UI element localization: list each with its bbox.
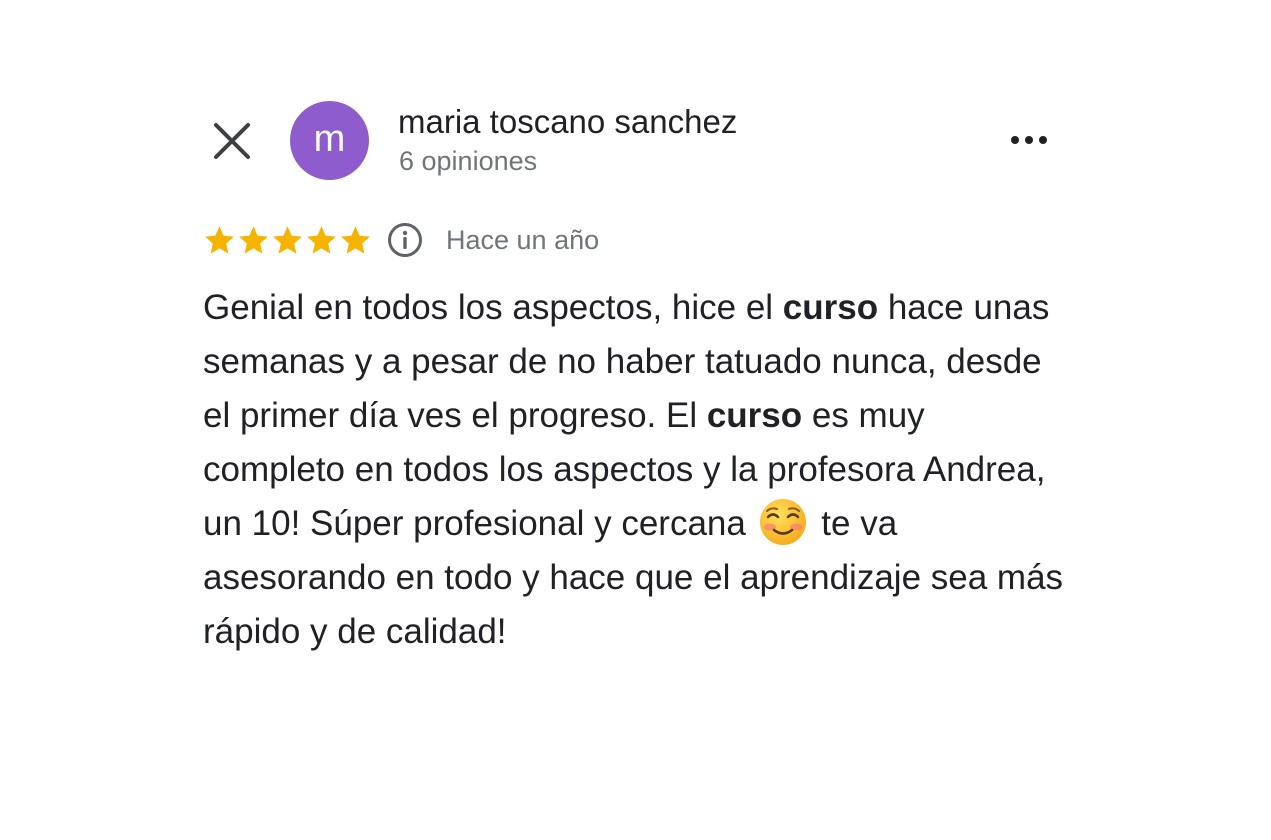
highlighted-keyword: curso <box>706 396 803 435</box>
smiling-face-emoji <box>759 499 806 545</box>
author-review-count: 6 opiniones <box>399 146 538 176</box>
author-name[interactable]: maria toscano sanchez <box>398 103 737 141</box>
star-filled-icon <box>205 225 234 254</box>
more-options-icon-dot <box>1025 136 1033 144</box>
avatar-letter: m <box>313 117 346 160</box>
star-filled-icon <box>341 225 370 254</box>
star-filled-icon <box>239 225 268 254</box>
info-button[interactable] <box>386 221 424 259</box>
star-filled-icon <box>273 225 302 254</box>
review-text: Genial en todos los aspectos, hice el cu… <box>203 281 1073 659</box>
rating-row: Hace un año <box>203 218 599 262</box>
review-date: Hace un año <box>446 224 600 255</box>
close-button[interactable] <box>208 117 256 165</box>
highlighted-keyword: curso <box>782 288 879 327</box>
info-icon <box>388 223 422 257</box>
avatar[interactable]: m <box>290 101 369 180</box>
more-options-icon-dot <box>1039 136 1047 144</box>
more-options-button[interactable] <box>1003 118 1055 162</box>
more-options-icon <box>1011 136 1019 144</box>
review-text-segment: Genial en todos los aspectos, hice el <box>203 288 783 327</box>
star-rating <box>203 224 372 257</box>
close-icon <box>214 123 250 159</box>
star-filled-icon <box>307 225 336 254</box>
